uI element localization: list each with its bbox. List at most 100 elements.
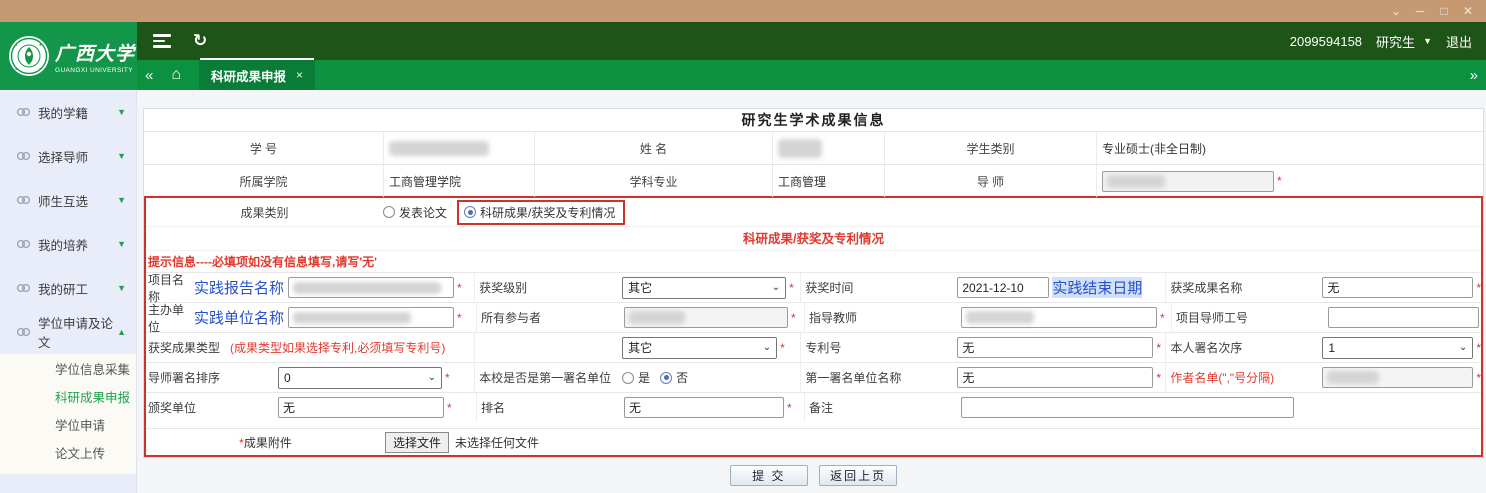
self-author-order-select[interactable]: 1⌄ <box>1322 337 1473 359</box>
name-label: 姓 名 <box>534 132 772 164</box>
award-date-label: 获奖时间 <box>805 279 957 296</box>
main-content: 研究生学术成果信息 学 号 姓 名 学生类别 专业硕士(非全日制) 所属学院 工… <box>137 90 1486 493</box>
chevron-down-icon: ▼ <box>117 239 126 249</box>
tabs-scroll-right-icon[interactable]: » <box>1470 67 1478 84</box>
sidebar: 我的学籍 ▼ 选择导师 ▼ 师生互选 ▼ 我的培养 ▼ 我的研工 ▼ <box>0 90 137 493</box>
achievement-type-select[interactable]: 其它⌄ <box>622 337 777 359</box>
form-row-award-unit: 颁奖单位 无 * 排名 无 * 备注 <box>146 392 1481 422</box>
name-value <box>772 132 884 164</box>
author-list-label: 作者名单(","号分隔) <box>1170 369 1322 386</box>
university-logo: ●● ●● 广西大学 GUANGXI UNIVERSITY <box>0 22 137 90</box>
organizer-input[interactable] <box>288 307 454 328</box>
window-maximize-icon[interactable]: □ <box>1432 0 1456 22</box>
required-mark: * <box>1476 371 1481 385</box>
award-result-name-input[interactable]: 无 <box>1322 277 1473 298</box>
link-icon <box>16 327 31 337</box>
radio-icon[interactable] <box>660 372 672 384</box>
sidebar-item-label: 我的培养 <box>38 235 117 254</box>
refresh-icon[interactable]: ↻ <box>193 31 207 51</box>
award-date-annotation: 实践结束日期 <box>1052 277 1142 298</box>
advisor-input[interactable] <box>1102 171 1274 192</box>
radio-research-achievement[interactable]: 科研成果/获奖及专利情况 <box>457 200 625 225</box>
student-id-label: 学 号 <box>144 132 383 164</box>
sidebar-item-xuewei-lunwen[interactable]: 学位申请及论文 ▲ <box>0 310 136 354</box>
category-row: 成果类别 发表论文 科研成果/获奖及专利情况 <box>146 198 1481 226</box>
required-mark: * <box>787 401 792 415</box>
link-icon <box>16 239 31 249</box>
category-label: 成果类别 <box>146 204 383 221</box>
link-icon <box>16 107 31 117</box>
sidebar-item-label: 学位申请及论文 <box>38 313 117 351</box>
project-advisor-id-label: 项目导师工号 <box>1176 309 1328 326</box>
radio-publish-paper[interactable]: 发表论文 <box>383 204 447 221</box>
sidebar-subitem-xuewei-shenqing[interactable]: 学位申请 <box>0 412 136 440</box>
sidebar-submenu: 学位信息采集 科研成果申报 学位申请 论文上传 <box>0 354 136 474</box>
tabs-scroll-left-icon[interactable]: « <box>145 67 153 84</box>
file-status-text: 未选择任何文件 <box>455 434 539 451</box>
choose-file-button[interactable]: 选择文件 <box>385 432 449 453</box>
remark-label: 备注 <box>809 399 961 416</box>
chevron-down-icon: ▼ <box>117 151 126 161</box>
required-mark: * <box>457 281 462 295</box>
award-unit-input[interactable]: 无 <box>278 397 444 418</box>
first-unit-name-input[interactable]: 无 <box>957 367 1153 388</box>
sidebar-subitem-lunwen-shangchuan[interactable]: 论文上传 <box>0 440 136 468</box>
radio-icon[interactable] <box>464 206 476 218</box>
radio-first-unit-no[interactable]: 否 <box>660 369 688 386</box>
sidebar-item-shisheng-huxuan[interactable]: 师生互选 ▼ <box>0 178 136 222</box>
tab-keyan-chengguo-shenbao[interactable]: 科研成果申报 × <box>199 60 315 90</box>
instructor-input[interactable] <box>961 307 1157 328</box>
radio-icon[interactable] <box>622 372 634 384</box>
student-type-label: 学生类别 <box>884 132 1096 164</box>
window-minimize-icon[interactable]: ─ <box>1408 0 1432 22</box>
sidebar-item-peiyang[interactable]: 我的培养 ▼ <box>0 222 136 266</box>
first-unit-question-label: 本校是否是第一署名单位 <box>479 369 622 386</box>
sidebar-item-yangong[interactable]: 我的研工 ▼ <box>0 266 136 310</box>
ranking-input[interactable]: 无 <box>624 397 784 418</box>
project-name-label: 项目名称 <box>148 271 194 305</box>
menu-toggle-icon[interactable] <box>153 34 171 48</box>
sidebar-subitem-chengguo-shenbao[interactable]: 科研成果申报 <box>0 384 136 412</box>
user-role-menu[interactable]: 研究生 <box>1376 32 1415 51</box>
award-date-input[interactable]: 2021-12-10 <box>957 277 1049 298</box>
ranking-label: 排名 <box>481 399 624 416</box>
patent-number-input[interactable]: 无 <box>957 337 1153 358</box>
organizer-label: 主办单位 <box>148 301 194 335</box>
organizer-annotation: 实践单位名称 <box>194 307 284 328</box>
required-mark: * <box>1277 174 1282 188</box>
instructor-label: 指导教师 <box>809 309 961 326</box>
award-level-select[interactable]: 其它⌄ <box>622 277 786 299</box>
attachment-label: 成果附件 <box>244 436 292 450</box>
project-advisor-id-input[interactable] <box>1328 307 1479 328</box>
header-user-area: 2099594158 研究生 ▼ 退出 <box>1290 22 1472 60</box>
sidebar-subitem-xinxicaiji[interactable]: 学位信息采集 <box>0 356 136 384</box>
home-icon[interactable]: ⌂ <box>171 66 181 84</box>
radio-first-unit-yes[interactable]: 是 <box>622 369 650 386</box>
window-close-icon[interactable]: ✕ <box>1456 0 1480 22</box>
submit-button[interactable]: 提 交 <box>730 465 808 486</box>
remark-input[interactable] <box>961 397 1294 418</box>
college-label: 所属学院 <box>144 165 383 197</box>
back-button[interactable]: 返回上页 <box>819 465 897 486</box>
form-row-organizer: 主办单位 实践单位名称 * 所有参与者 * 指导教师 <box>146 302 1481 332</box>
window-restore-icon[interactable]: ⌄ <box>1384 0 1408 22</box>
project-name-input[interactable] <box>288 277 454 298</box>
radio-icon[interactable] <box>383 206 395 218</box>
section-title: 科研成果/获奖及专利情况 <box>146 226 1481 250</box>
required-mark: * <box>1156 371 1161 385</box>
advisor-order-select[interactable]: 0⌄ <box>278 367 442 389</box>
role-dropdown-arrow-icon[interactable]: ▼ <box>1423 36 1432 46</box>
participants-label: 所有参与者 <box>481 309 624 326</box>
university-name-en: GUANGXI UNIVERSITY <box>55 67 135 74</box>
tab-close-icon[interactable]: × <box>296 68 303 82</box>
sidebar-item-xuanze-daoshi[interactable]: 选择导师 ▼ <box>0 134 136 178</box>
achievement-type-label: 获奖成果类型 <box>148 339 220 356</box>
sidebar-item-xueji[interactable]: 我的学籍 ▼ <box>0 90 136 134</box>
student-type-value: 专业硕士(非全日制) <box>1096 132 1483 164</box>
app-window: ⌄ ─ □ ✕ ●● ●● 广西大学 GUANGXI UNIVERSITY <box>0 0 1486 493</box>
logout-button[interactable]: 退出 <box>1446 32 1472 51</box>
required-mark: * <box>447 401 452 415</box>
participants-input[interactable] <box>624 307 788 328</box>
app-header: ●● ●● 广西大学 GUANGXI UNIVERSITY ↻ 20995941… <box>0 22 1486 60</box>
author-list-input[interactable] <box>1322 367 1473 388</box>
